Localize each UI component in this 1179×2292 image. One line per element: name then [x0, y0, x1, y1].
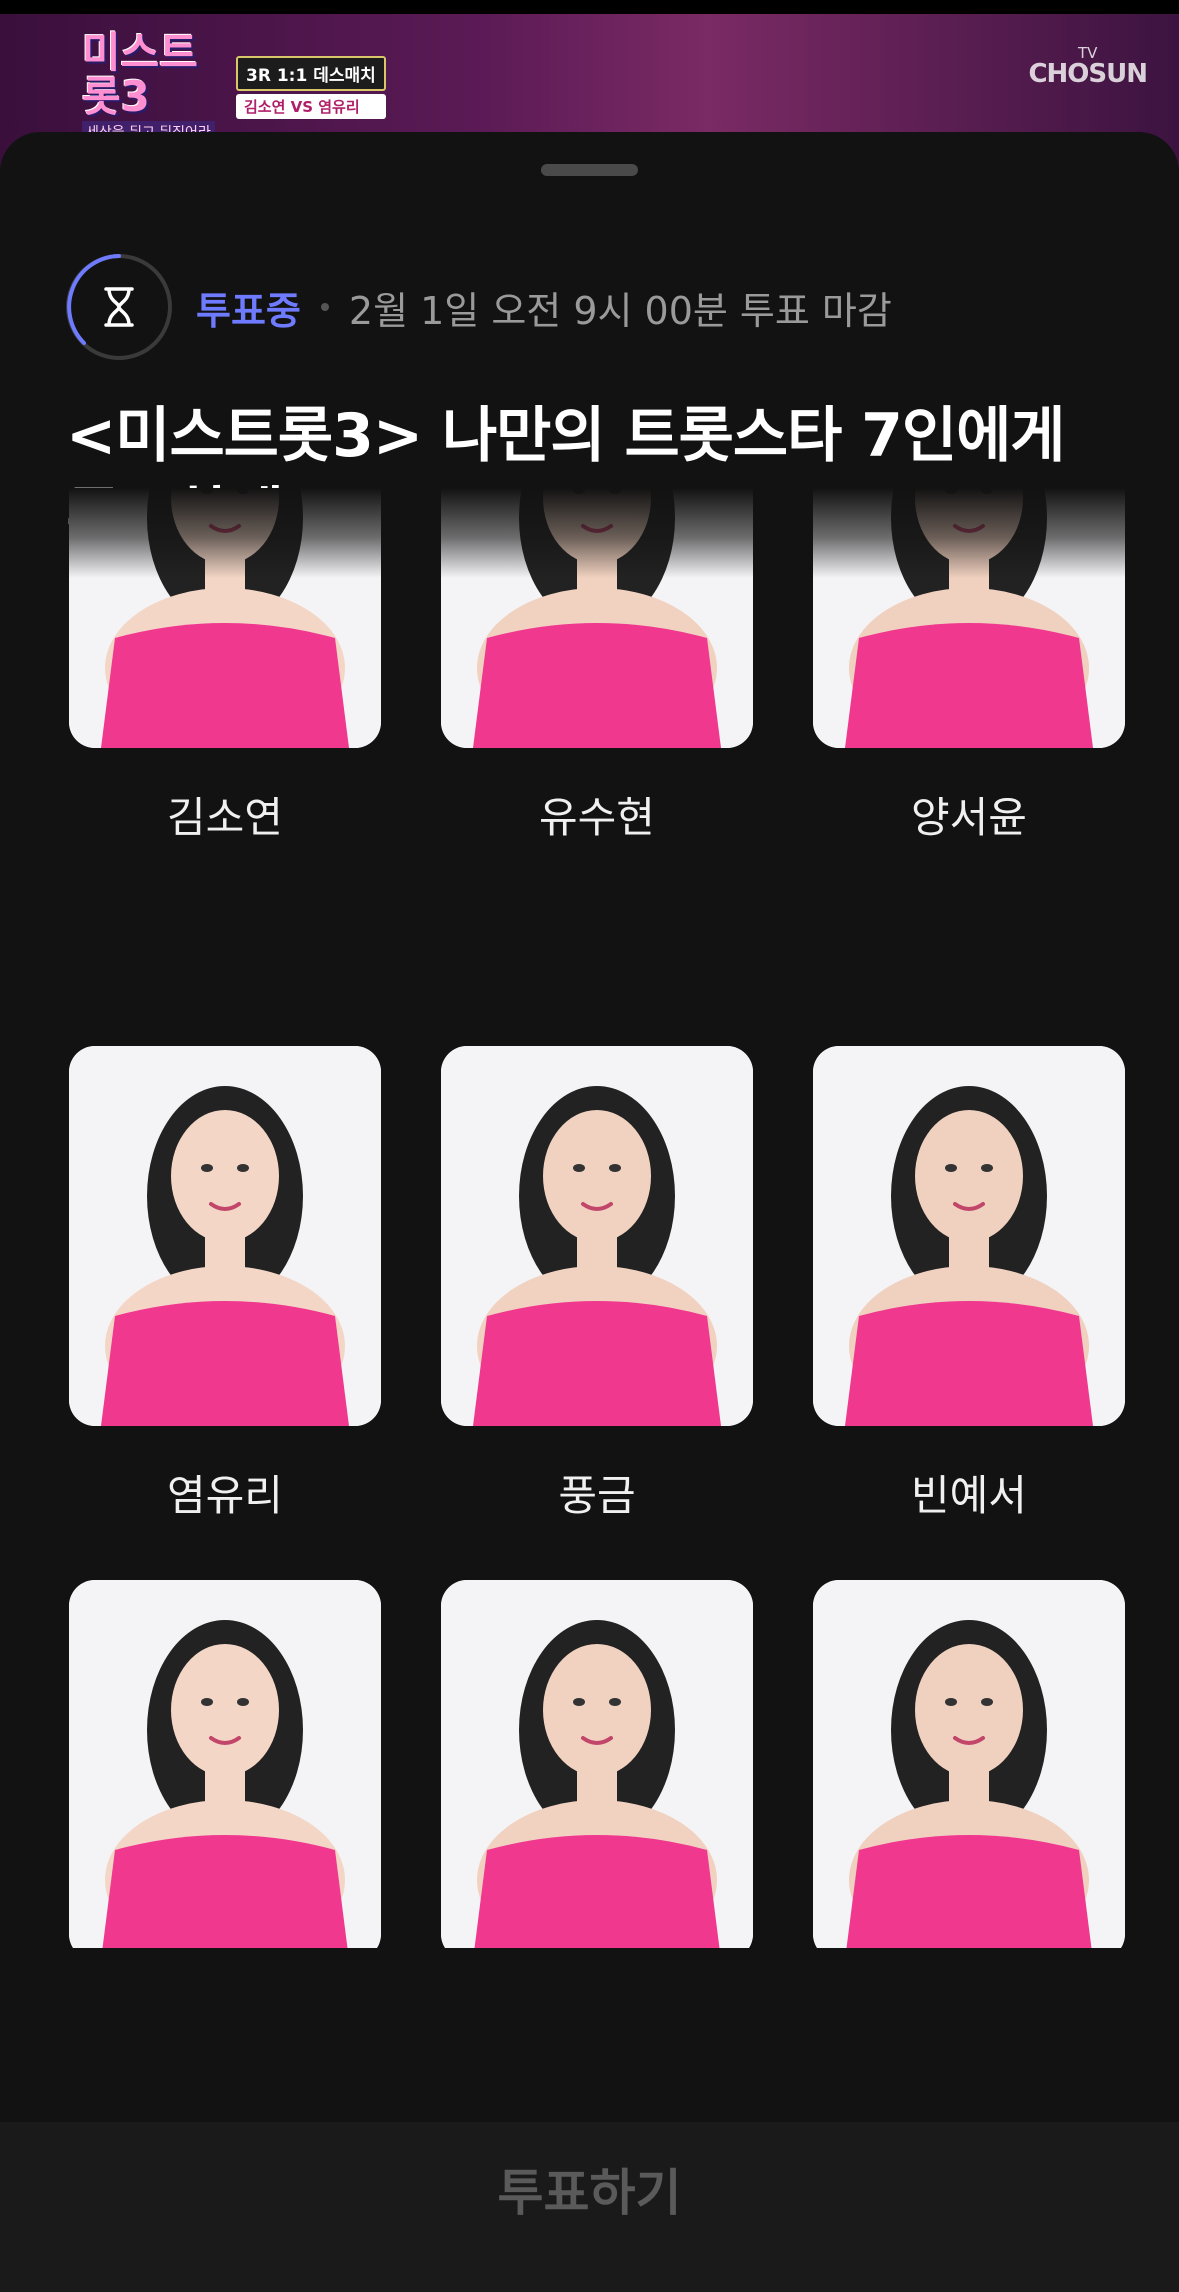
- candidate-card[interactable]: 풍금: [441, 1046, 753, 1523]
- channel-logo: TV CHOSUN: [1028, 46, 1148, 89]
- vote-button[interactable]: 투표하기: [458, 2143, 722, 2235]
- scroll-fade: [0, 488, 1179, 578]
- separator-dot: [320, 303, 329, 311]
- candidate-name: 양서윤: [911, 793, 1027, 842]
- candidate-photo[interactable]: [441, 1580, 753, 1948]
- timer-progress: [66, 254, 172, 360]
- candidate-photo[interactable]: [69, 1580, 381, 1948]
- vote-status-label: 투표중: [196, 288, 301, 333]
- match-contestants: 김소연 VS 염유리: [236, 94, 386, 119]
- status-bar: [0, 0, 1179, 14]
- vote-deadline: 2월 1일 오전 9시 00분 투표 마감: [348, 288, 892, 333]
- show-logo-main: 미스트롯3: [82, 28, 198, 121]
- hourglass-icon: [104, 287, 134, 327]
- vote-footer: 투표하기: [0, 2122, 1179, 2292]
- candidate-card[interactable]: 빈예서: [813, 1046, 1125, 1523]
- candidate-photo[interactable]: [441, 1046, 753, 1426]
- candidate-name: 유수현: [539, 793, 655, 842]
- candidate-card[interactable]: 최향: [813, 1580, 1125, 1948]
- show-logo: 미스트롯3 세상을 뒤고 뒤집어라: [82, 31, 232, 143]
- sheet-drag-handle[interactable]: [541, 164, 638, 176]
- candidate-photo[interactable]: [813, 1046, 1125, 1426]
- candidate-name: 풍금: [558, 1471, 636, 1520]
- match-round: 3R 1:1 데스매치: [236, 56, 386, 91]
- candidate-name: 빈예서: [911, 1471, 1027, 1520]
- candidate-photo[interactable]: [69, 1046, 381, 1426]
- candidate-card[interactable]: 염유리: [69, 1046, 381, 1523]
- candidate-card[interactable]: 채수현: [441, 1580, 753, 1948]
- match-badge: 3R 1:1 데스매치 김소연 VS 염유리: [236, 56, 386, 119]
- vote-status-row: 투표중 2월 1일 오전 9시 00분 투표 마감: [66, 254, 892, 360]
- candidate-card[interactable]: 방서희: [69, 1580, 381, 1948]
- candidate-grid: 김소연 유수현 양서윤염유리 풍금 빈예서방서희채수현최향: [0, 488, 1179, 1948]
- candidate-photo[interactable]: [813, 1580, 1125, 1948]
- candidate-name: 김소연: [167, 793, 283, 842]
- candidate-name: 염유리: [167, 1471, 283, 1520]
- channel-logo-name: CHOSUN: [1028, 59, 1148, 89]
